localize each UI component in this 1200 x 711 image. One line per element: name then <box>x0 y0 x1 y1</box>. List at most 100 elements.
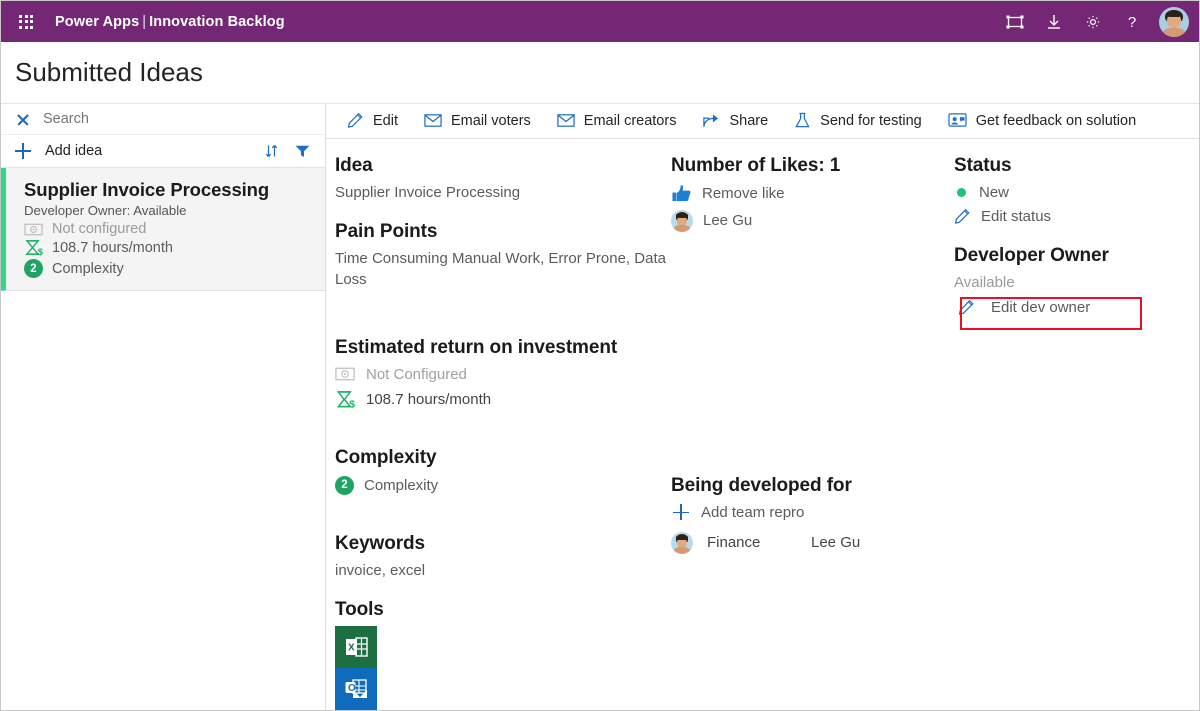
pencil-icon <box>954 208 970 224</box>
complexity-badge: 2 <box>335 475 354 495</box>
roi-money-row: Not Configured <box>335 366 671 383</box>
search-input[interactable] <box>43 111 273 127</box>
likes-heading: Number of Likes: 1 <box>671 154 841 176</box>
sort-icon[interactable] <box>261 140 283 162</box>
tools-heading: Tools <box>335 599 384 620</box>
developer-owner-heading: Developer Owner <box>954 244 1109 266</box>
flask-icon <box>795 113 810 128</box>
idea-card-roi-money: Not configured <box>52 221 147 237</box>
edit-status-link[interactable]: Edit status <box>954 208 1199 225</box>
hourglass-dollar-icon: $ <box>336 390 355 409</box>
detail-column-right: Status New Edit status Developer Owner A… <box>954 155 1199 710</box>
idea-card-roi-money-row: Not configured <box>24 221 311 237</box>
brand-separator: | <box>142 13 147 30</box>
keywords-value: invoice, excel <box>335 561 426 579</box>
voter-row: Lee Gu <box>671 209 954 232</box>
pain-points-value: Time Consuming Manual Work, Error Prone,… <box>335 250 666 289</box>
download-icon[interactable] <box>1036 4 1072 40</box>
page-title: Submitted Ideas <box>15 57 203 87</box>
svg-text:X: X <box>348 643 355 654</box>
close-icon[interactable] <box>15 111 31 127</box>
status-value: New <box>979 183 1010 201</box>
complexity-value: Complexity <box>364 476 439 494</box>
help-icon[interactable]: ? <box>1114 4 1150 40</box>
body-split: Add idea Supplier Invoice Processing Dev… <box>1 104 1199 710</box>
money-icon <box>24 223 43 235</box>
excel-icon[interactable]: X <box>335 626 377 668</box>
developer-owner-value: Available <box>954 273 1015 291</box>
brand-title[interactable]: Power Apps | Innovation Backlog <box>55 14 285 30</box>
edit-dev-owner-label: Edit dev owner <box>991 299 1091 317</box>
plus-icon[interactable] <box>15 143 31 159</box>
complexity-badge: 2 <box>24 259 43 278</box>
email-voters-label: Email voters <box>451 112 531 129</box>
roi-hours-value: 108.7 hours/month <box>366 390 492 408</box>
being-developed-for-heading: Being developed for <box>671 474 852 496</box>
avatar <box>671 209 693 232</box>
share-icon <box>703 114 719 128</box>
avatar-photo <box>1159 7 1189 37</box>
voter-name: Lee Gu <box>703 212 753 230</box>
hourglass-dollar-icon: $ <box>25 240 43 257</box>
edit-status-label: Edit status <box>981 207 1052 225</box>
share-button[interactable]: Share <box>689 106 781 136</box>
add-idea-row: Add idea <box>1 135 325 168</box>
add-team-repro-label: Add team repro <box>701 503 805 521</box>
status-heading: Status <box>954 154 1012 176</box>
edit-button-label: Edit <box>373 112 398 129</box>
idea-card-complexity-row: 2 Complexity <box>24 259 311 278</box>
table-row: Finance Lee Gu <box>671 531 954 554</box>
envelope-icon <box>424 114 442 128</box>
outlook-icon[interactable]: O <box>335 668 377 710</box>
roi-hours-row: $ 108.7 hours/month <box>335 390 671 409</box>
fit-screen-icon[interactable] <box>997 4 1033 40</box>
svg-text:$: $ <box>349 399 355 408</box>
remove-like-label: Remove like <box>702 184 785 202</box>
send-for-testing-button[interactable]: Send for testing <box>781 106 935 136</box>
edit-dev-owner-link[interactable]: Edit dev owner <box>954 299 1199 316</box>
email-creators-button[interactable]: Email creators <box>544 106 690 136</box>
detail-columns: Idea Supplier Invoice Processing Pain Po… <box>326 139 1199 710</box>
svg-text:$: $ <box>38 247 43 257</box>
pencil-icon <box>347 113 363 129</box>
complexity-row: 2 Complexity <box>335 475 671 495</box>
detail-column-left: Idea Supplier Invoice Processing Pain Po… <box>326 155 671 710</box>
detail-column-middle: Number of Likes: 1 Remove like Lee Gu Be… <box>671 155 954 710</box>
svg-text:?: ? <box>1128 14 1136 31</box>
top-navigation-bar: Power Apps | Innovation Backlog ? <box>1 1 1199 42</box>
idea-card-complexity-label: Complexity <box>52 260 124 277</box>
command-bar: Edit Email voters Email creators Share S… <box>326 104 1199 139</box>
idea-card-roi-hours: 108.7 hours/month <box>52 240 173 256</box>
get-feedback-button[interactable]: Get feedback on solution <box>935 106 1149 136</box>
idea-value: Supplier Invoice Processing <box>335 183 521 201</box>
idea-detail-panel: Edit Email voters Email creators Share S… <box>326 104 1199 710</box>
add-team-repro-button[interactable]: Add team repro <box>671 504 954 521</box>
thumbs-up-icon <box>672 185 691 201</box>
idea-card-roi-hours-row: $ 108.7 hours/month <box>24 239 311 257</box>
feedback-person-icon <box>948 113 967 128</box>
filter-icon[interactable] <box>291 140 313 162</box>
plus-icon <box>673 504 689 521</box>
pain-points-heading: Pain Points <box>335 221 438 243</box>
search-bar[interactable] <box>1 104 325 135</box>
team-name: Finance <box>707 534 761 552</box>
list-item[interactable]: Supplier Invoice Processing Developer Ow… <box>1 168 325 291</box>
idea-heading: Idea <box>335 154 373 176</box>
roi-money-value: Not Configured <box>366 365 467 383</box>
brand-page-name: Innovation Backlog <box>149 13 285 30</box>
team-person: Lee Gu <box>811 534 861 552</box>
remove-like-button[interactable]: Remove like <box>671 184 954 203</box>
edit-button[interactable]: Edit <box>334 106 411 136</box>
app-launcher-waffle-icon[interactable] <box>11 7 41 37</box>
page-title-bar: Submitted Ideas <box>1 42 1199 104</box>
gear-icon[interactable] <box>1075 4 1111 40</box>
get-feedback-label: Get feedback on solution <box>975 112 1137 129</box>
email-voters-button[interactable]: Email voters <box>411 106 544 136</box>
status-dot-icon <box>957 187 966 197</box>
add-idea-button[interactable]: Add idea <box>45 143 102 159</box>
avatar[interactable] <box>1159 6 1189 37</box>
avatar <box>671 531 693 554</box>
app-window: Power Apps | Innovation Backlog ? Submit… <box>0 0 1200 711</box>
complexity-heading: Complexity <box>335 446 437 468</box>
pencil-icon <box>958 299 974 316</box>
